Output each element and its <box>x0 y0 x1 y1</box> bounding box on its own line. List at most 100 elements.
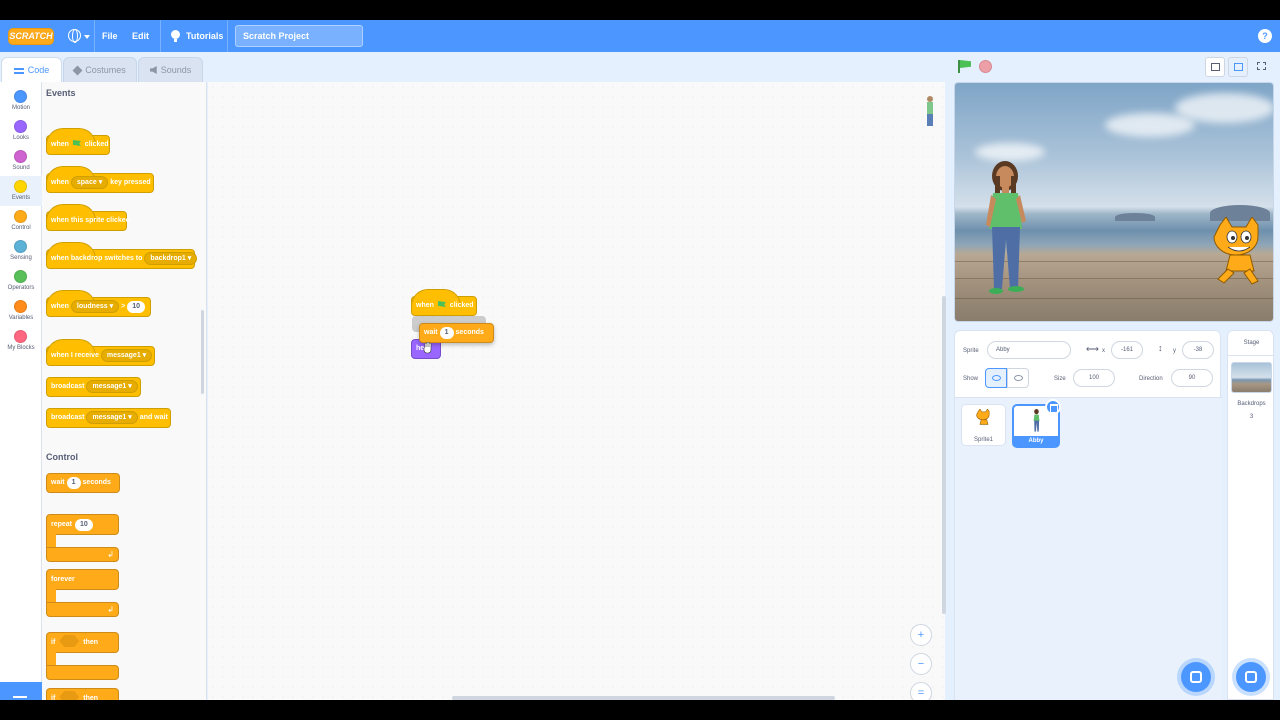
script-horizontal-scrollbar[interactable] <box>452 696 835 700</box>
tutorials-menu[interactable]: Tutorials <box>186 30 223 42</box>
direction-input[interactable]: 90 <box>1171 369 1213 387</box>
delete-sprite-icon[interactable] <box>1045 399 1061 415</box>
when-key-pressed-block[interactable]: whenspacekey pressed <box>46 166 154 193</box>
cat-add-icon <box>1190 671 1202 683</box>
forever-block[interactable]: forever ↲ <box>46 569 119 619</box>
file-menu[interactable]: File <box>102 30 118 42</box>
scratch-cat-sprite[interactable] <box>1210 217 1270 287</box>
size-input[interactable]: 100 <box>1073 369 1115 387</box>
y-position-input[interactable]: -38 <box>1182 341 1214 359</box>
block-text: when this sprite clicked <box>51 217 130 224</box>
backdrop-dropdown[interactable]: backdrop1 <box>144 252 198 265</box>
tab-sounds[interactable]: Sounds <box>138 57 203 82</box>
stage-selector-pane[interactable]: Stage Backdrops 3 <box>1227 330 1274 700</box>
if-then-block[interactable]: if then <box>46 632 119 682</box>
backdrop-add-icon <box>1245 671 1257 683</box>
globe-icon[interactable] <box>68 29 81 43</box>
y-arrows-icon: ↕ <box>1158 343 1163 353</box>
script-when-flag-clicked-block[interactable]: when clicked <box>411 289 477 316</box>
category-variables[interactable]: Variables <box>0 296 42 326</box>
control-dot-icon <box>14 210 27 223</box>
backdrop-thumbnail <box>1231 362 1272 393</box>
choose-sprite-button[interactable] <box>1181 662 1211 692</box>
zoom-reset-button[interactable]: = <box>910 682 932 700</box>
block-text: when I receive <box>51 352 99 359</box>
category-my-blocks[interactable]: My Blocks <box>0 326 42 356</box>
category-events[interactable]: Events <box>0 176 42 206</box>
broadcast-and-wait-block[interactable]: broadcastmessage1and wait <box>46 408 171 428</box>
wait-input[interactable]: 1 <box>439 327 454 339</box>
when-i-receive-block[interactable]: when I receive message1 <box>46 339 155 366</box>
x-position-input[interactable]: -161 <box>1111 341 1143 359</box>
message-dropdown[interactable]: message1 <box>86 411 138 424</box>
block-text: and wait <box>139 414 168 421</box>
when-backdrop-switches-block[interactable]: when backdrop switches to backdrop1 <box>46 242 198 269</box>
grab-cursor-icon <box>423 342 432 354</box>
category-operators[interactable]: Operators <box>0 266 42 296</box>
if-then-else-block[interactable]: if then <box>46 688 119 700</box>
sprite-thumb-sprite1[interactable]: Sprite1 <box>961 404 1006 446</box>
sensor-dropdown[interactable]: loudness <box>70 300 120 313</box>
script-vertical-scrollbar[interactable] <box>942 296 946 614</box>
broadcast-block[interactable]: broadcast message1 <box>46 377 141 397</box>
large-stage-button[interactable] <box>1228 57 1248 77</box>
category-sound[interactable]: Sound <box>0 146 42 176</box>
project-title-input[interactable]: Scratch Project <box>235 25 363 47</box>
key-dropdown[interactable]: space <box>70 176 109 189</box>
show-hidden-button[interactable] <box>1007 368 1029 388</box>
add-extension-button[interactable] <box>0 682 42 700</box>
script-area[interactable]: when clicked he wait 1 seconds + − = <box>208 82 946 700</box>
zoom-in-button[interactable]: + <box>910 624 932 646</box>
variables-dot-icon <box>14 300 27 313</box>
chevron-down-icon[interactable] <box>84 35 90 39</box>
category-motion[interactable]: Motion <box>0 86 42 116</box>
block-text: wait <box>424 329 438 336</box>
sprite-name-input[interactable]: Abby <box>987 341 1071 359</box>
menu-divider <box>94 20 95 52</box>
green-flag-button[interactable] <box>958 60 970 73</box>
block-text: if <box>51 639 56 646</box>
x-label: x <box>1102 348 1105 354</box>
wait-input[interactable]: 1 <box>66 477 81 489</box>
message-dropdown[interactable]: message1 <box>86 380 138 393</box>
category-control[interactable]: Control <box>0 206 42 236</box>
category-looks[interactable]: Looks <box>0 116 42 146</box>
repeat-block[interactable]: repeat 10 ↲ <box>46 514 119 564</box>
cloud <box>1105 113 1195 137</box>
when-loudness-block[interactable]: whenloudness>10 <box>46 290 151 317</box>
help-icon[interactable]: ? <box>1258 29 1272 43</box>
choose-backdrop-button[interactable] <box>1236 662 1266 692</box>
block-palette: Events when clicked whenspacekey pressed… <box>42 82 207 700</box>
condition-slot[interactable] <box>59 691 80 700</box>
events-dot-icon <box>14 180 27 193</box>
tab-costumes[interactable]: Costumes <box>63 57 137 82</box>
when-flag-clicked-block[interactable]: when clicked <box>46 128 110 155</box>
category-sensing[interactable]: Sensing <box>0 236 42 266</box>
lightbulb-icon[interactable] <box>171 30 180 42</box>
block-text: if <box>51 695 56 700</box>
scratch-logo[interactable]: SCRATCH <box>8 28 54 45</box>
palette-scrollbar[interactable] <box>201 310 204 394</box>
loudness-input[interactable]: 10 <box>127 301 145 313</box>
menu-bar: SCRATCH File Edit Tutorials Scratch Proj… <box>0 20 1280 52</box>
repeat-input[interactable]: 10 <box>75 519 93 531</box>
abby-sprite[interactable] <box>983 161 1033 297</box>
block-text: clicked <box>84 141 109 148</box>
edit-menu[interactable]: Edit <box>132 30 149 42</box>
zoom-out-button[interactable]: − <box>910 653 932 675</box>
condition-slot[interactable] <box>59 635 80 647</box>
small-stage-button[interactable] <box>1205 57 1225 77</box>
block-text: seconds <box>82 479 111 486</box>
eye-slash-icon <box>1014 375 1023 381</box>
tab-code[interactable]: Code <box>1 57 62 83</box>
dragged-wait-seconds-block[interactable]: wait 1 seconds <box>419 323 494 343</box>
block-text: forever <box>51 576 75 583</box>
show-visible-button[interactable] <box>985 368 1007 388</box>
stage-canvas[interactable] <box>954 82 1274 322</box>
wait-seconds-block[interactable]: wait 1 seconds <box>46 473 120 493</box>
cloud <box>975 143 1045 161</box>
message-dropdown[interactable]: message1 <box>100 349 153 362</box>
when-sprite-clicked-block[interactable]: when this sprite clicked <box>46 204 130 231</box>
stop-button[interactable] <box>979 60 992 73</box>
fullscreen-button[interactable] <box>1252 57 1272 77</box>
